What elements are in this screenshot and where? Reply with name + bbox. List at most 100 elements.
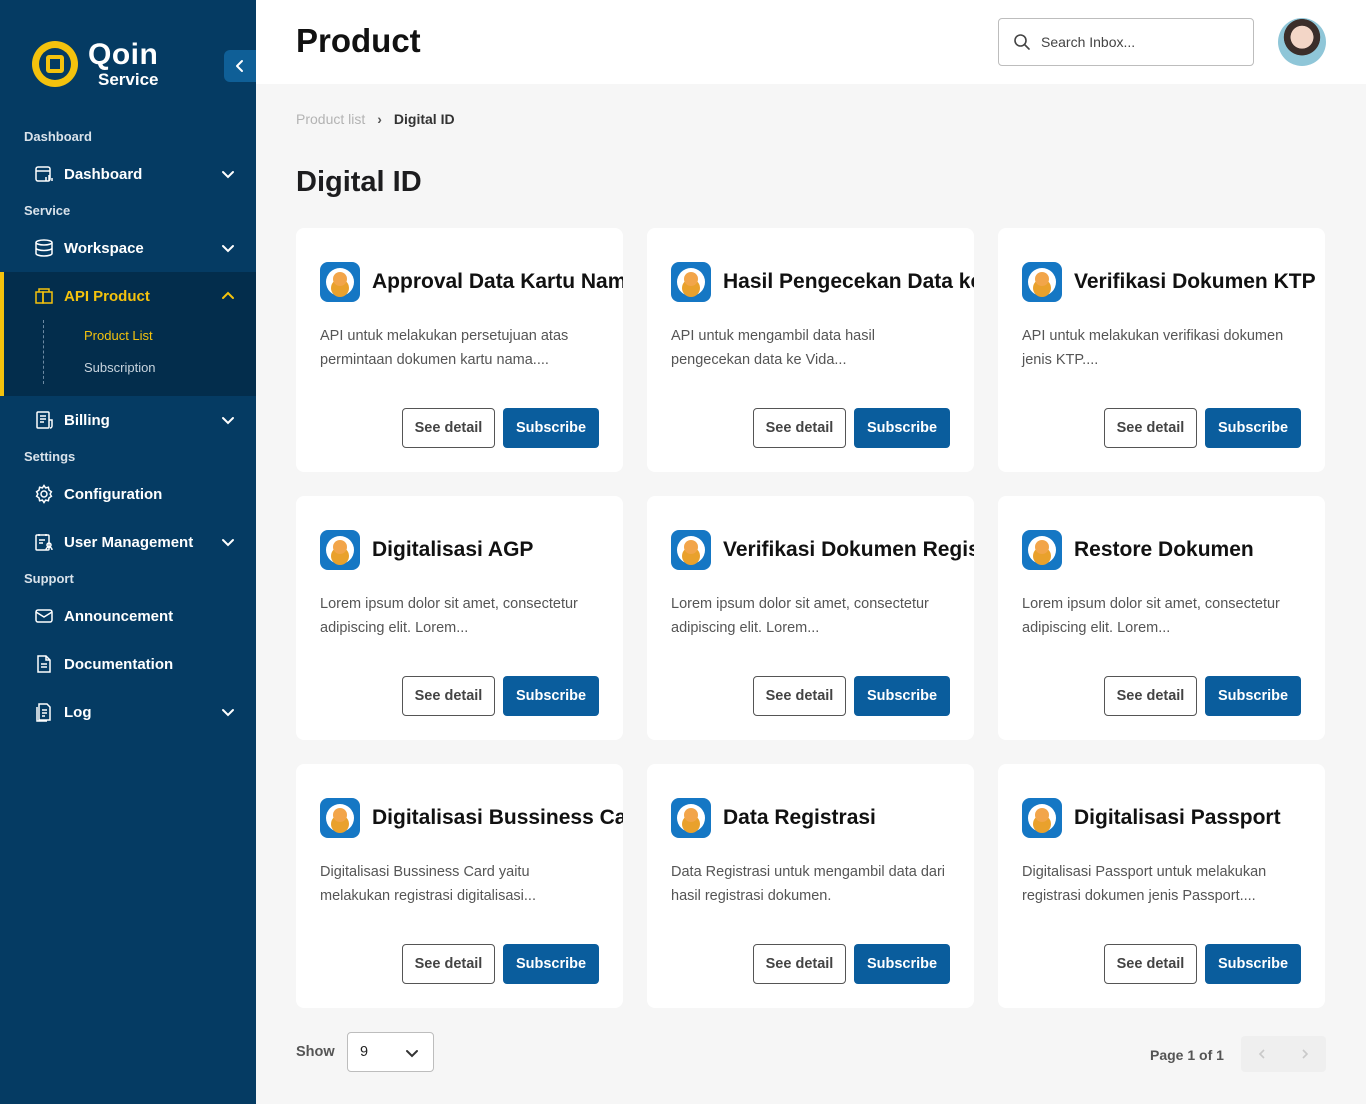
- chevron-up-icon: [222, 291, 234, 299]
- card-header: Digitalisasi Bussiness Card: [320, 798, 623, 838]
- card-description: API untuk mengambil data hasil pengeceka…: [671, 328, 875, 368]
- sidebar-item-log[interactable]: Log: [0, 690, 256, 734]
- collapse-sidebar-button[interactable]: [224, 50, 256, 82]
- subscribe-button[interactable]: Subscribe: [1205, 408, 1301, 448]
- chevron-left-icon: [1259, 1049, 1265, 1059]
- card-description: Digitalisasi Bussiness Card yaitu melaku…: [320, 864, 536, 904]
- subscribe-button[interactable]: Subscribe: [503, 676, 599, 716]
- digital-id-icon: [671, 530, 711, 570]
- sidebar-item-announcement[interactable]: Announcement: [0, 594, 256, 638]
- see-detail-button[interactable]: See detail: [402, 676, 495, 716]
- chevron-down-icon: [222, 171, 234, 179]
- sidebar-subitem-subscription[interactable]: Subscription: [84, 360, 156, 375]
- sidebar-item-label: Announcement: [64, 607, 174, 625]
- subscribe-button[interactable]: Subscribe: [1205, 676, 1301, 716]
- sidebar-item-workspace[interactable]: Workspace: [0, 226, 256, 270]
- chevron-down-icon: [406, 1050, 418, 1058]
- see-detail-button[interactable]: See detail: [753, 408, 846, 448]
- card-description: API untuk melakukan verifikasi dokumen j…: [1022, 328, 1284, 368]
- sidebar-item-label: User Management: [64, 533, 194, 551]
- card-title: Approval Data Kartu Nama: [372, 270, 623, 293]
- card-description: Lorem ipsum dolor sit amet, consectetur …: [320, 596, 578, 636]
- logo-subname: Service: [98, 70, 159, 89]
- sidebar-item-label: Workspace: [64, 239, 144, 257]
- sidebar-item-label: Dashboard: [64, 165, 143, 183]
- sidebar-item-billing[interactable]: Billing: [0, 398, 256, 442]
- chevron-down-icon: [222, 417, 234, 425]
- qoin-logo[interactable]: Qoin Service: [32, 40, 159, 88]
- gear-icon: [34, 484, 54, 504]
- sidebar-item-user-management[interactable]: User Management: [0, 520, 256, 564]
- bill-icon: [34, 410, 54, 430]
- product-card: Hasil Pengecekan Data ke Vida API untuk …: [647, 228, 974, 472]
- chevron-right-icon: ›: [377, 111, 382, 127]
- card-header: Data Registrasi: [671, 798, 974, 838]
- see-detail-button[interactable]: See detail: [402, 408, 495, 448]
- logo-name: Qoin: [88, 38, 159, 71]
- see-detail-button[interactable]: See detail: [1104, 944, 1197, 984]
- digital-id-icon: [1022, 530, 1062, 570]
- mail-icon: [34, 606, 54, 626]
- section-settings: Settings: [24, 449, 76, 464]
- log-icon: [34, 702, 54, 722]
- subscribe-button[interactable]: Subscribe: [854, 676, 950, 716]
- section-dashboard: Dashboard: [24, 129, 92, 144]
- logo-mark-icon: [32, 41, 78, 87]
- card-header: Restore Dokumen: [1022, 530, 1325, 570]
- see-detail-button[interactable]: See detail: [402, 944, 495, 984]
- card-header: Digitalisasi AGP: [320, 530, 623, 570]
- card-title: Digitalisasi Passport: [1074, 806, 1281, 829]
- chevron-down-icon: [222, 709, 234, 717]
- see-detail-button[interactable]: See detail: [1104, 408, 1197, 448]
- card-title: Verifikasi Dokumen Registrasi: [723, 538, 974, 561]
- next-page-button[interactable]: [1284, 1036, 1327, 1072]
- subscribe-button[interactable]: Subscribe: [854, 408, 950, 448]
- card-header: Verifikasi Dokumen KTP: [1022, 262, 1325, 302]
- section-title: Digital ID: [296, 166, 422, 198]
- card-title: Verifikasi Dokumen KTP: [1074, 270, 1316, 293]
- page-size-value: 9: [360, 1044, 369, 1060]
- page-size-select[interactable]: 9: [347, 1032, 434, 1072]
- subscribe-button[interactable]: Subscribe: [503, 408, 599, 448]
- dashboard-icon: [34, 164, 54, 184]
- prev-page-button[interactable]: [1241, 1036, 1284, 1072]
- product-card: Verifikasi Dokumen KTP API untuk melakuk…: [998, 228, 1325, 472]
- product-card: Digitalisasi Passport Digitalisasi Passp…: [998, 764, 1325, 1008]
- card-title: Restore Dokumen: [1074, 538, 1254, 561]
- sidebar-item-api-product[interactable]: API Product: [0, 274, 256, 318]
- section-support: Support: [24, 571, 74, 586]
- card-header: Approval Data Kartu Nama: [320, 262, 623, 302]
- sidebar-item-configuration[interactable]: Configuration: [0, 472, 256, 516]
- product-card: Digitalisasi AGP Lorem ipsum dolor sit a…: [296, 496, 623, 740]
- user-list-icon: [34, 532, 54, 552]
- card-description: Data Registrasi untuk mengambil data dar…: [671, 864, 946, 904]
- card-description: Lorem ipsum dolor sit amet, consectetur …: [1022, 596, 1280, 636]
- card-header: Digitalisasi Passport: [1022, 798, 1325, 838]
- card-header: Hasil Pengecekan Data ke Vida: [671, 262, 974, 302]
- product-icon: [34, 286, 54, 306]
- section-service: Service: [24, 203, 71, 218]
- card-title: Data Registrasi: [723, 806, 876, 829]
- pagination: [1241, 1036, 1326, 1072]
- breadcrumb-product-list[interactable]: Product list: [296, 111, 365, 127]
- search-input[interactable]: [1041, 34, 1231, 50]
- chevron-down-icon: [222, 245, 234, 253]
- document-icon: [34, 654, 54, 674]
- see-detail-button[interactable]: See detail: [1104, 676, 1197, 716]
- sidebar-item-label: Log: [64, 703, 92, 721]
- see-detail-button[interactable]: See detail: [753, 944, 846, 984]
- see-detail-button[interactable]: See detail: [753, 676, 846, 716]
- avatar[interactable]: [1278, 18, 1326, 66]
- search-box[interactable]: [998, 18, 1254, 66]
- product-card: Restore Dokumen Lorem ipsum dolor sit am…: [998, 496, 1325, 740]
- digital-id-icon: [320, 530, 360, 570]
- subscribe-button[interactable]: Subscribe: [1205, 944, 1301, 984]
- digital-id-icon: [320, 262, 360, 302]
- sidebar-subitem-product-list[interactable]: Product List: [84, 328, 153, 343]
- sidebar-item-documentation[interactable]: Documentation: [0, 642, 256, 686]
- subscribe-button[interactable]: Subscribe: [854, 944, 950, 984]
- card-header: Verifikasi Dokumen Registrasi: [671, 530, 974, 570]
- sidebar-item-dashboard[interactable]: Dashboard: [0, 152, 256, 196]
- subscribe-button[interactable]: Subscribe: [503, 944, 599, 984]
- card-description: Lorem ipsum dolor sit amet, consectetur …: [671, 596, 929, 636]
